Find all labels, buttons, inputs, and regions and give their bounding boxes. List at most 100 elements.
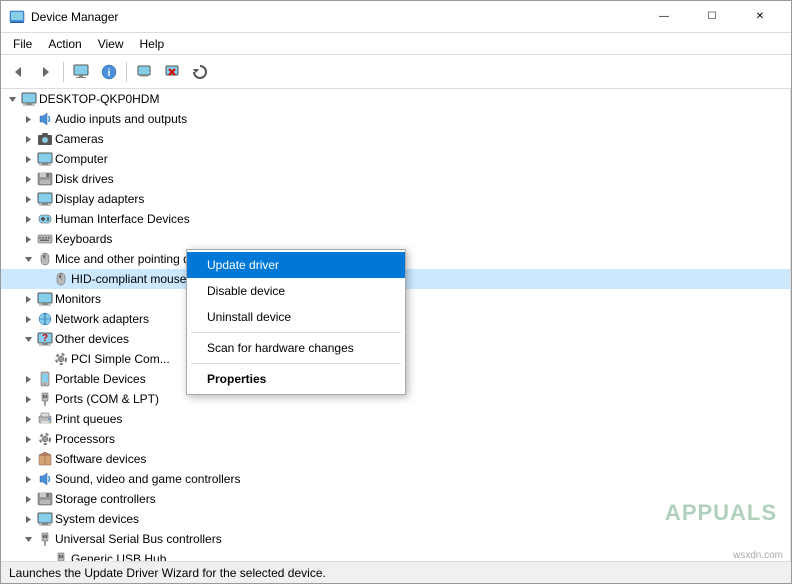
menu-view[interactable]: View [90, 35, 132, 53]
tree-toggle[interactable] [5, 92, 19, 106]
tree-item[interactable]: DESKTOP-QKP0HDM [1, 89, 790, 109]
tree-item-icon [37, 151, 53, 167]
tree-toggle[interactable] [21, 292, 35, 306]
context-menu-item[interactable]: Properties [187, 366, 405, 392]
tree-item[interactable]: Audio inputs and outputs [1, 109, 790, 129]
tree-item-label: Monitors [55, 289, 101, 309]
tree-item-icon [37, 391, 53, 407]
status-text: Launches the Update Driver Wizard for th… [9, 566, 326, 580]
tree-toggle[interactable] [21, 312, 35, 326]
tree-item[interactable]: Disk drives [1, 169, 790, 189]
status-bar: Launches the Update Driver Wizard for th… [1, 561, 791, 583]
tree-item-label: Storage controllers [55, 489, 156, 509]
tree-item-label: Network adapters [55, 309, 149, 329]
context-menu-item[interactable]: Scan for hardware changes [187, 335, 405, 361]
tree-item-label: Human Interface Devices [55, 209, 190, 229]
refresh-button[interactable] [187, 59, 213, 85]
tree-item[interactable]: Sound, video and game controllers [1, 469, 790, 489]
tree-toggle[interactable] [21, 112, 35, 126]
tree-toggle[interactable] [21, 152, 35, 166]
scan-button[interactable] [131, 59, 157, 85]
context-menu-item[interactable]: Update driver [187, 252, 405, 278]
info-button[interactable]: i [96, 59, 122, 85]
menu-file[interactable]: File [5, 35, 40, 53]
tree-item[interactable]: Storage controllers [1, 489, 790, 509]
tree-item-icon [37, 471, 53, 487]
tree-toggle[interactable] [21, 412, 35, 426]
tree-toggle[interactable] [21, 212, 35, 226]
tree-toggle[interactable] [21, 452, 35, 466]
tree-toggle[interactable] [21, 252, 35, 266]
tree-toggle[interactable] [21, 392, 35, 406]
tree-toggle[interactable] [21, 432, 35, 446]
toolbar: i [1, 55, 791, 89]
tree-item-label: HID-compliant mouse [71, 269, 186, 289]
tree-item[interactable]: Print queues [1, 409, 790, 429]
forward-button[interactable] [33, 59, 59, 85]
tree-toggle[interactable] [21, 532, 35, 546]
maximize-button[interactable]: ☐ [689, 1, 735, 33]
svg-text:?: ? [42, 333, 48, 344]
tree-toggle [37, 552, 51, 561]
uninstall-button[interactable] [159, 59, 185, 85]
window-icon [9, 9, 25, 25]
tree-toggle[interactable] [21, 472, 35, 486]
tree-item-label: Other devices [55, 329, 129, 349]
close-button[interactable]: ✕ [737, 1, 783, 33]
tree-item-icon [53, 271, 69, 287]
tree-item-icon [37, 451, 53, 467]
tree-toggle[interactable] [21, 172, 35, 186]
tree-toggle[interactable] [21, 332, 35, 346]
tree-item-label: Sound, video and game controllers [55, 469, 240, 489]
toolbar-separator-2 [126, 62, 127, 82]
tree-item[interactable]: System devices [1, 509, 790, 529]
tree-item-icon [37, 211, 53, 227]
computer-icon-btn[interactable] [68, 59, 94, 85]
tree-item[interactable]: Keyboards [1, 229, 790, 249]
tree-item-label: DESKTOP-QKP0HDM [39, 89, 159, 109]
tree-item-label: Universal Serial Bus controllers [55, 529, 222, 549]
tree-item[interactable]: Software devices [1, 449, 790, 469]
tree-item[interactable]: Computer [1, 149, 790, 169]
tree-item-icon [37, 111, 53, 127]
tree-toggle[interactable] [21, 372, 35, 386]
tree-item-icon [37, 431, 53, 447]
context-menu-item[interactable]: Uninstall device [187, 304, 405, 330]
tree-item-icon [37, 491, 53, 507]
window-title: Device Manager [31, 10, 641, 24]
menu-bar: File Action View Help [1, 33, 791, 55]
tree-toggle [37, 272, 51, 286]
tree-item-icon [37, 411, 53, 427]
tree-item-label: Processors [55, 429, 115, 449]
tree-item[interactable]: Display adapters [1, 189, 790, 209]
tree-item[interactable]: Processors [1, 429, 790, 449]
tree-item[interactable]: Generic USB Hub [1, 549, 790, 561]
tree-item-icon [37, 511, 53, 527]
back-button[interactable] [5, 59, 31, 85]
window-controls: — ☐ ✕ [641, 1, 783, 33]
tree-item-icon [37, 171, 53, 187]
menu-help[interactable]: Help [132, 35, 173, 53]
tree-toggle[interactable] [21, 192, 35, 206]
tree-item-label: Generic USB Hub [71, 549, 166, 561]
tree-item-icon: ? [37, 331, 53, 347]
menu-action[interactable]: Action [40, 35, 89, 53]
tree-item[interactable]: Universal Serial Bus controllers [1, 529, 790, 549]
device-manager-window: Device Manager — ☐ ✕ File Action View He… [0, 0, 792, 584]
tree-item-icon [21, 91, 37, 107]
tree-toggle[interactable] [21, 512, 35, 526]
minimize-button[interactable]: — [641, 1, 687, 33]
svg-text:i: i [108, 68, 111, 79]
tree-item-label: Software devices [55, 449, 146, 469]
tree-item-label: Computer [55, 149, 108, 169]
tree-item-label: Cameras [55, 129, 104, 149]
tree-toggle[interactable] [21, 492, 35, 506]
tree-item[interactable]: Human Interface Devices [1, 209, 790, 229]
context-menu-item[interactable]: Disable device [187, 278, 405, 304]
tree-item-icon [37, 371, 53, 387]
tree-item-icon [37, 131, 53, 147]
tree-toggle[interactable] [21, 132, 35, 146]
tree-toggle[interactable] [21, 232, 35, 246]
tree-item[interactable]: Cameras [1, 129, 790, 149]
tree-item-label: Portable Devices [55, 369, 146, 389]
